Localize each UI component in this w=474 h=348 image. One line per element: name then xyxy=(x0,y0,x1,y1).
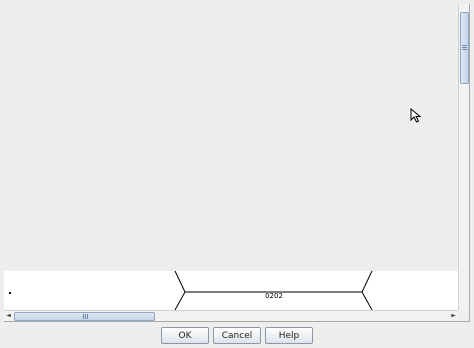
vertical-scroll-thumb[interactable] xyxy=(460,12,469,84)
grip-icon xyxy=(462,45,467,46)
node-label: 0202 xyxy=(265,292,283,300)
vertical-scrollbar[interactable] xyxy=(458,4,469,310)
mouse-cursor-icon xyxy=(410,108,422,123)
hexagon-edge-bottom-right xyxy=(361,291,373,310)
grip-icon xyxy=(83,314,84,319)
horizontal-scroll-thumb[interactable] xyxy=(14,312,155,321)
hexagon-edge-bottom-left xyxy=(174,291,186,310)
hexagon-edge-top-right xyxy=(361,270,373,293)
diagram-drawing xyxy=(174,270,373,310)
ok-button[interactable]: OK xyxy=(161,327,209,344)
scroll-left-button[interactable]: ◄ xyxy=(4,311,13,321)
help-button[interactable]: Help xyxy=(265,327,313,344)
horizontal-scrollbar[interactable]: ◄ ► xyxy=(4,310,458,321)
scroll-right-button[interactable]: ► xyxy=(449,311,458,321)
hexagon-edge-top-left xyxy=(174,270,186,293)
cancel-button[interactable]: Cancel xyxy=(213,327,261,344)
diagram-canvas[interactable]: 0202 xyxy=(4,4,458,310)
diagram-point xyxy=(9,292,11,294)
scrollbar-corner xyxy=(458,310,469,321)
